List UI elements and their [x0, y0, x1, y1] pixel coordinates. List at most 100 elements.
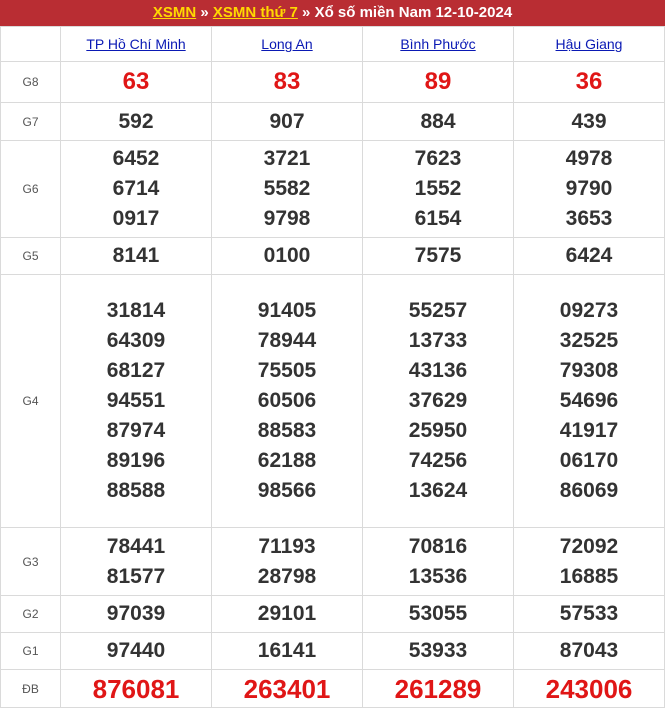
prize-number: 1552 [414, 177, 462, 200]
province-header-row: TP Hồ Chí Minh Long An Bình Phước Hậu Gi… [0, 26, 665, 62]
prize-number: 64309 [106, 329, 166, 352]
prize-number: 97440 [106, 639, 166, 662]
prize-row: ĐB 876081 263401 261289 243006 [0, 669, 665, 708]
prize-cell: 71193 28798 [211, 527, 363, 596]
prize-number: 592 [118, 109, 154, 133]
prize-number: 88588 [106, 479, 166, 502]
prize-number: 88583 [257, 419, 317, 442]
prize-cell: 91405 78944 75505 60506 88583 62188 98566 [211, 274, 363, 528]
province-header: Hậu Giang [513, 26, 665, 62]
prize-number: 54696 [559, 389, 619, 412]
prize-number: 83 [273, 68, 301, 95]
prize-cell: 29101 [211, 595, 363, 633]
prize-cell: 261289 [362, 669, 514, 708]
prize-number: 70816 [408, 534, 468, 558]
prize-number: 06170 [559, 449, 619, 472]
province-header: Bình Phước [362, 26, 514, 62]
prize-number: 75505 [257, 359, 317, 382]
prize-number: 60506 [257, 389, 317, 412]
prize-number: 53933 [408, 639, 468, 662]
prize-number: 71193 [258, 534, 316, 558]
prize-number: 29101 [257, 602, 317, 625]
prize-row: G3 78441 81577 71193 28798 70816 13536 72092 168… [0, 527, 665, 596]
prize-row: G5 8141 0100 7575 6424 [0, 237, 665, 275]
prize-cell: 78441 81577 [60, 527, 212, 596]
page-title: Xổ số miền Nam 12-10-2024 [314, 4, 513, 21]
prize-number: 55257 [408, 299, 468, 322]
prize-cell: 876081 [60, 669, 212, 708]
prize-cell: 36 [513, 61, 665, 103]
prize-number: 63 [122, 68, 150, 95]
province-link-long-an[interactable]: Long An [261, 36, 312, 52]
prize-label: G8 [0, 61, 61, 103]
prize-cell: 89 [362, 61, 514, 103]
prize-number: 6452 [112, 147, 160, 170]
prize-number: 87974 [106, 419, 166, 442]
prize-cell: 3721 5582 9798 [211, 140, 363, 238]
prize-number: 72092 [559, 534, 619, 558]
prize-number: 13536 [408, 564, 468, 588]
prize-cell: 09273 32525 79308 54696 41917 06170 86069 [513, 274, 665, 528]
prize-number: 3653 [565, 207, 613, 230]
prize-number: 97039 [106, 602, 166, 625]
prize-cell: 63 [60, 61, 212, 103]
prize-label: G1 [0, 632, 61, 670]
prize-cell: 243006 [513, 669, 665, 708]
prize-number: 8141 [112, 244, 160, 267]
prize-number: 94551 [106, 389, 166, 412]
prize-number: 78944 [257, 329, 317, 352]
province-header: TP Hồ Chí Minh [60, 26, 212, 62]
prize-number: 261289 [394, 673, 482, 704]
prize-cell: 31814 64309 68127 94551 87974 89196 88588 [60, 274, 212, 528]
province-link-hau-giang[interactable]: Hậu Giang [556, 36, 623, 52]
prize-number: 907 [269, 109, 305, 133]
prize-cell: 7623 1552 6154 [362, 140, 514, 238]
prize-cell: 7575 [362, 237, 514, 275]
breadcrumb-separator: » [196, 4, 213, 21]
breadcrumb-link-xsmn-thu-7[interactable]: XSMN thứ 7 [213, 4, 298, 21]
prize-cell: 8141 [60, 237, 212, 275]
prize-cell: 53055 [362, 595, 514, 633]
prize-number: 5582 [263, 177, 311, 200]
prize-table-body: G8 63 83 89 36 G7 592 907 884 439 G6 6452 6714 0917 37… [0, 61, 665, 708]
prize-cell: 6452 6714 0917 [60, 140, 212, 238]
prize-number: 57533 [559, 602, 619, 625]
prize-number: 98566 [257, 479, 317, 502]
prize-number: 263401 [243, 673, 331, 704]
prize-label: G7 [0, 102, 61, 141]
prize-label: G3 [0, 527, 61, 596]
prize-cell: 6424 [513, 237, 665, 275]
prize-number: 6714 [112, 177, 160, 200]
prize-number: 7623 [414, 147, 462, 170]
prize-number: 89 [424, 68, 452, 95]
prize-number: 3721 [263, 147, 311, 170]
prize-number: 28798 [257, 564, 317, 588]
prize-number: 7575 [414, 244, 462, 267]
prize-row: G6 6452 6714 0917 3721 5582 9798 7623 1552 6154 49… [0, 140, 665, 238]
province-link-binh-phuoc[interactable]: Bình Phước [400, 36, 475, 52]
prize-number: 439 [571, 109, 607, 133]
prize-cell: 4978 9790 3653 [513, 140, 665, 238]
results-table: TP Hồ Chí Minh Long An Bình Phước Hậu Gi… [0, 26, 665, 708]
results-panel: XSMN » XSMN thứ 7 » Xổ số miền Nam 12-10… [0, 0, 665, 708]
prize-row: G1 97440 16141 53933 87043 [0, 632, 665, 670]
prize-number: 87043 [559, 639, 619, 662]
prize-number: 79308 [559, 359, 619, 382]
prize-number: 6154 [414, 207, 462, 230]
prize-number: 0917 [112, 207, 160, 230]
prize-number: 243006 [545, 673, 633, 704]
prize-number: 86069 [559, 479, 619, 502]
prize-cell: 72092 16885 [513, 527, 665, 596]
prize-cell: 263401 [211, 669, 363, 708]
corner-cell [0, 26, 61, 62]
prize-row: G8 63 83 89 36 [0, 61, 665, 103]
prize-label: G6 [0, 140, 61, 238]
province-link-hcm[interactable]: TP Hồ Chí Minh [86, 36, 185, 52]
prize-number: 68127 [106, 359, 166, 382]
prize-number: 53055 [408, 602, 468, 625]
prize-number: 25950 [408, 419, 468, 442]
prize-number: 16141 [257, 639, 317, 662]
breadcrumb-link-xsmn[interactable]: XSMN [153, 4, 196, 21]
prize-number: 13624 [408, 479, 468, 502]
prize-row: G7 592 907 884 439 [0, 102, 665, 141]
